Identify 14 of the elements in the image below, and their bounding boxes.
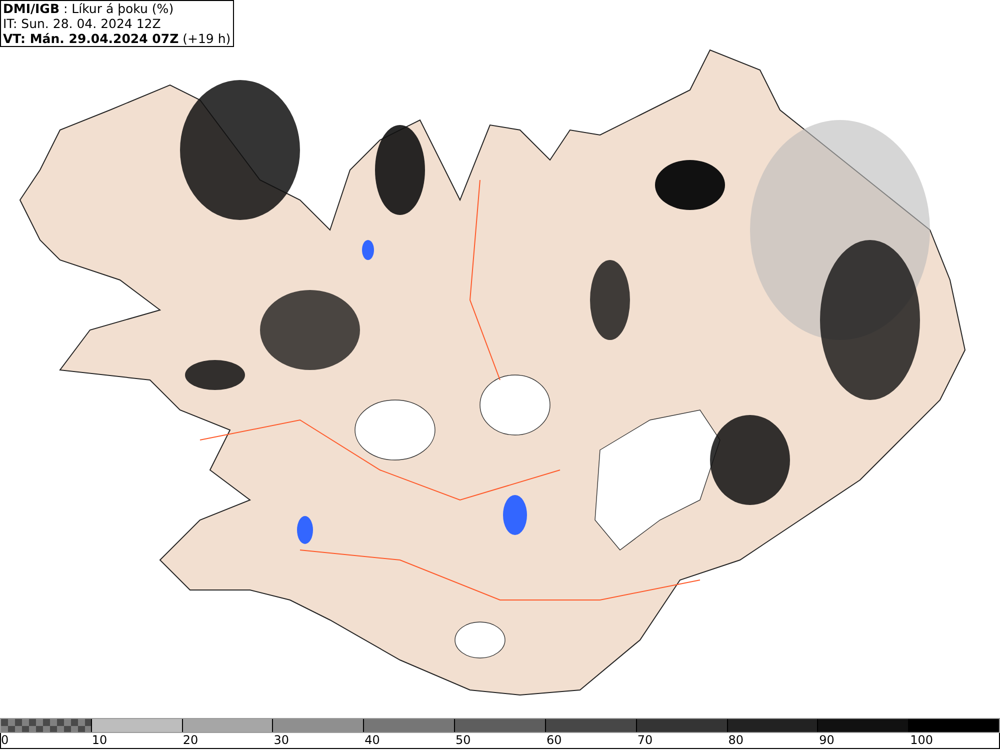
initial-time: IT: Sun. 28. 04. 2024 12Z [3, 16, 162, 31]
chart-title: DMI/IGB : Líkur á þoku (%) [3, 1, 175, 16]
legend-label: 80 [728, 733, 744, 748]
legend-label: 0 [1, 733, 9, 748]
legend-label: 70 [637, 733, 653, 748]
legend-label: 10 [92, 733, 108, 748]
legend-label: 60 [546, 733, 562, 748]
legend-label: 30 [274, 733, 289, 748]
legend-label: 90 [819, 733, 834, 748]
legend-label: 40 [364, 733, 380, 748]
legend-label: 20 [182, 733, 198, 748]
legend-label: 50 [456, 733, 471, 748]
valid-time: VT: Mán. 29.04.2024 07Z (+19 h) [3, 31, 231, 46]
legend-label: 100 [910, 733, 933, 748]
